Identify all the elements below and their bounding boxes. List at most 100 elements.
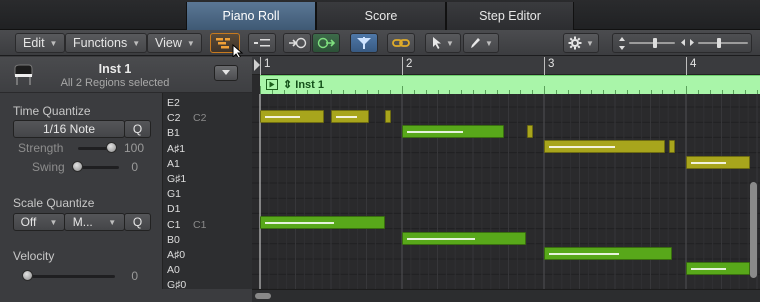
track-options-button[interactable] — [214, 65, 238, 81]
scale-mode-value: M... — [72, 215, 93, 229]
scale-quantize-q-button[interactable]: Q — [124, 213, 151, 231]
midi-note[interactable] — [668, 140, 675, 154]
bar-number: 4 — [690, 58, 697, 70]
midi-note[interactable] — [686, 262, 750, 275]
time-quantize-select[interactable]: 1/16 Note — [13, 120, 125, 138]
settings-menu-button[interactable]: ▼ — [563, 33, 599, 53]
midi-note[interactable] — [384, 110, 391, 123]
key-label: C2 — [167, 112, 181, 125]
octave-label: C1 — [193, 218, 207, 231]
track-header: Inst 1 All 2 Regions selected — [0, 57, 252, 93]
edit-menu-button[interactable]: Edit ▼ — [15, 33, 65, 53]
horizontal-scroll-thumb[interactable] — [255, 293, 271, 299]
key-label: G♯1 — [167, 173, 187, 185]
key-label: E2 — [167, 97, 180, 109]
note-grid: 1 2 3 4 ⇕ Inst 1 — [252, 57, 760, 302]
scale-mode-select[interactable]: M... ▼ — [64, 213, 125, 231]
bar-ruler[interactable]: 1 2 3 4 — [252, 57, 760, 75]
chevron-down-icon: ▼ — [485, 38, 493, 48]
tab-bar: Piano Roll Score Step Editor — [0, 0, 760, 30]
gear-icon — [568, 36, 582, 50]
midi-note[interactable] — [544, 246, 672, 260]
key-label: D1 — [167, 203, 181, 216]
midi-note[interactable] — [686, 155, 750, 169]
region-tick — [402, 86, 403, 94]
functions-menu-button[interactable]: Functions ▼ — [65, 33, 147, 53]
tab-score[interactable]: Score — [316, 2, 446, 30]
midi-note[interactable] — [402, 231, 526, 245]
chevron-down-icon: ▼ — [132, 38, 141, 48]
tab-step-editor[interactable]: Step Editor — [446, 2, 574, 30]
swing-value: 0 — [131, 160, 138, 174]
midi-out-button[interactable] — [312, 33, 340, 53]
horizontal-zoom-slider[interactable] — [698, 42, 748, 44]
region-tick — [686, 86, 687, 94]
note-area[interactable] — [252, 94, 760, 289]
midi-in-icon — [289, 37, 307, 49]
tab-piano-roll[interactable]: Piano Roll — [186, 2, 316, 30]
octave-label: C2 — [193, 112, 207, 125]
catch-playhead-button[interactable] — [350, 33, 378, 53]
bar-tick — [544, 57, 545, 75]
time-quantize-q-button[interactable]: Q — [124, 120, 151, 138]
vertical-scroll-thumb[interactable] — [750, 182, 757, 278]
note-velocity-line — [549, 252, 619, 255]
edit-menu-label: Edit — [23, 36, 45, 50]
midi-note[interactable] — [402, 125, 505, 139]
pointer-tool-icon — [433, 37, 442, 49]
bar-number: 2 — [406, 58, 413, 70]
horizontal-zoom-knob[interactable] — [717, 38, 721, 48]
vertical-zoom-knob[interactable] — [653, 38, 657, 48]
note-velocity-line — [265, 116, 301, 118]
horizontal-scrollbar[interactable] — [252, 289, 760, 302]
midi-note[interactable] — [544, 140, 665, 154]
key-label: A♯0 — [167, 249, 186, 261]
track-subtitle: All 2 Regions selected — [60, 77, 170, 89]
link-button[interactable] — [387, 33, 415, 53]
bar-tick — [402, 57, 403, 75]
note-velocity-line — [407, 237, 475, 240]
list-toggle-button[interactable] — [248, 33, 276, 53]
key-label: C1 — [167, 218, 181, 231]
strength-value: 100 — [123, 141, 144, 155]
scale-root-select[interactable]: Off ▼ — [13, 213, 65, 231]
vertical-scrollbar[interactable] — [746, 94, 760, 289]
midi-out-icon — [317, 37, 336, 49]
strength-label: Strength — [18, 141, 64, 155]
region-loop-icon — [266, 79, 278, 90]
pointer-tool-menu[interactable]: ▼ — [425, 33, 461, 53]
pencil-tool-menu[interactable]: ▼ — [463, 33, 499, 53]
strength-slider-knob[interactable] — [106, 142, 117, 153]
velocity-slider-knob[interactable] — [22, 270, 33, 281]
note-velocity-line — [407, 131, 464, 134]
velocity-slider[interactable] — [25, 275, 115, 278]
toolbar: Edit ▼ Functions ▼ View ▼ ▼ ▼ ▼ — [0, 30, 760, 60]
midi-in-button[interactable] — [283, 33, 311, 53]
midi-note[interactable] — [260, 110, 324, 123]
midi-note[interactable] — [260, 216, 385, 230]
bar-number: 1 — [264, 58, 271, 70]
catch-icon — [357, 37, 371, 49]
chevron-down-icon: ▼ — [49, 38, 58, 48]
chevron-down-icon: ▼ — [586, 38, 594, 48]
chevron-down-icon: ▼ — [446, 38, 454, 48]
region-tick — [544, 86, 545, 94]
chevron-down-icon: ▼ — [49, 217, 58, 227]
velocity-title: Velocity — [13, 249, 55, 263]
vertical-zoom-slider[interactable] — [629, 42, 675, 44]
midi-note[interactable] — [526, 125, 533, 139]
midi-note[interactable] — [331, 110, 370, 123]
key-label: B1 — [167, 127, 180, 140]
piano-roll-window: Piano Roll Score Step Editor Edit ▼ Funct… — [0, 0, 760, 302]
chevron-down-icon: ▼ — [186, 38, 195, 48]
key-label: A1 — [167, 157, 180, 170]
swing-slider-knob[interactable] — [72, 161, 83, 172]
scale-root-value: Off — [20, 215, 37, 229]
piano-keyboard[interactable]: E2 C2 C2 B1 A♯1 A1 G♯1 G1 D1 C1 C1 B0 A♯0 A0 G♯0 — [162, 93, 252, 291]
region-tick — [260, 86, 261, 94]
midi-region-header[interactable]: ⇕ Inst 1 — [260, 75, 760, 94]
functions-menu-label: Functions — [73, 36, 128, 50]
list-icon — [254, 39, 270, 47]
view-menu-button[interactable]: View ▼ — [147, 33, 202, 53]
time-quantize-title: Time Quantize — [13, 104, 91, 118]
